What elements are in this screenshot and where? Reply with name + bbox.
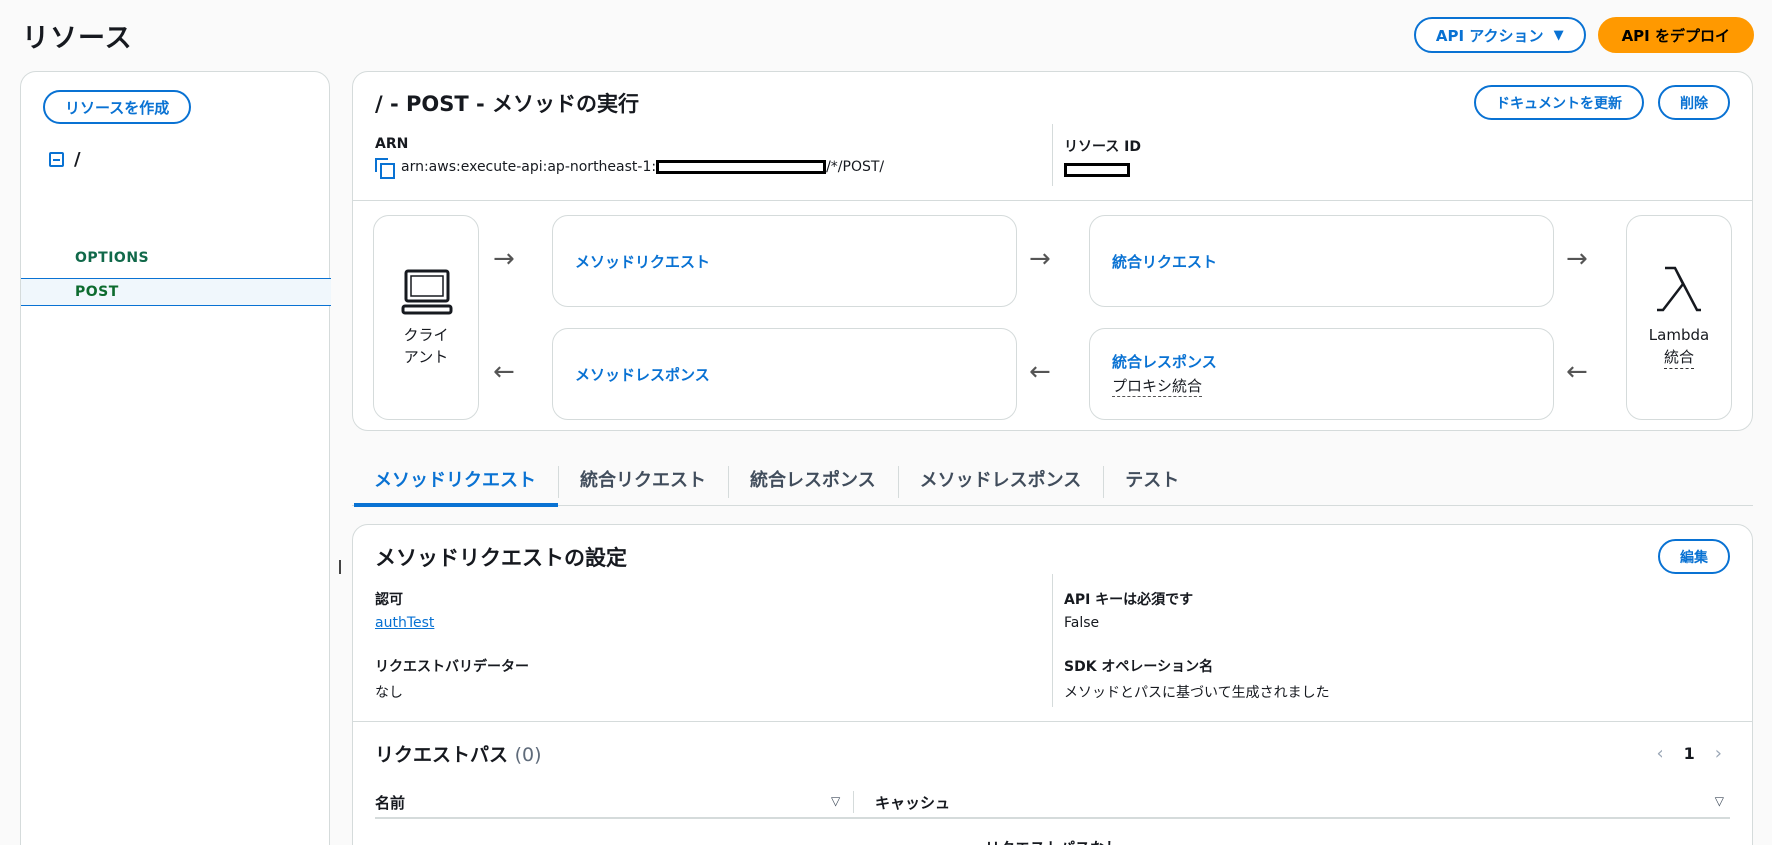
- tab-integration-response[interactable]: 統合レスポンス: [728, 458, 898, 506]
- section-divider: [353, 200, 1752, 201]
- column-divider: [1052, 124, 1053, 186]
- integration-response-box[interactable]: 統合レスポンス プロキシ統合: [1089, 328, 1554, 420]
- request-paths-table-header: 名前 ▽ キャッシュ ▽: [375, 787, 1730, 819]
- resource-id-block: リソース ID: [1064, 136, 1141, 181]
- edit-button[interactable]: 編集: [1658, 539, 1730, 574]
- arrow-right-icon: →: [1029, 244, 1051, 274]
- deploy-api-button[interactable]: API をデプロイ: [1597, 17, 1754, 53]
- method-request-box[interactable]: メソッドリクエスト: [552, 215, 1017, 307]
- validator-field: リクエストバリデーター なし: [375, 656, 529, 702]
- arn-label: ARN: [375, 136, 409, 152]
- arn-prefix: arn:aws:execute-api:ap-northeast-1:: [401, 159, 657, 175]
- arn-block: ARN arn:aws:execute-api:ap-northeast-1: …: [375, 136, 885, 179]
- column-header-cache[interactable]: キャッシュ: [875, 792, 950, 813]
- method-tabs: メソッドリクエスト 統合リクエスト 統合レスポンス メソッドレスポンス テスト: [352, 458, 1753, 507]
- client-label-line2: アント: [403, 348, 449, 366]
- chevron-left-icon[interactable]: ‹: [1656, 743, 1663, 764]
- panel-resize-handle[interactable]: [339, 560, 341, 574]
- integration-response-link[interactable]: 統合レスポンス: [1112, 351, 1553, 372]
- method-response-box[interactable]: メソッドレスポンス: [552, 328, 1017, 420]
- client-box: クライ アント: [373, 215, 479, 420]
- empty-state-text: リクエストパスなし: [353, 837, 1752, 845]
- arn-suffix: /*/POST/: [826, 159, 885, 175]
- proxy-integration-label: プロキシ統合: [1112, 377, 1203, 397]
- tab-method-request[interactable]: メソッドリクエスト: [352, 458, 558, 507]
- request-paths-count: (0): [514, 744, 542, 766]
- sort-icon[interactable]: ▽: [831, 794, 840, 808]
- chevron-right-icon[interactable]: ›: [1715, 743, 1722, 764]
- api-key-field: API キーは必須です False: [1064, 589, 1193, 631]
- method-execution-title: / - POST - メソッドの実行: [375, 92, 640, 116]
- column-divider: [1052, 574, 1053, 707]
- lambda-integration-label: 統合: [1663, 346, 1694, 369]
- tab-test[interactable]: テスト: [1103, 458, 1201, 506]
- delete-button[interactable]: 削除: [1658, 85, 1730, 120]
- update-documentation-button[interactable]: ドキュメントを更新: [1474, 85, 1644, 120]
- settings-title: メソッドリクエストの設定: [375, 546, 627, 570]
- validator-value: なし: [375, 685, 403, 701]
- lambda-name: Lambda: [1648, 326, 1710, 344]
- section-divider: [353, 721, 1752, 722]
- method-execution-panel: / - POST - メソッドの実行 ドキュメントを更新 削除 ARN arn:…: [352, 71, 1753, 431]
- authorization-label: 認可: [375, 592, 403, 608]
- arrow-right-icon: →: [1566, 244, 1588, 274]
- sdk-operation-label: SDK オペレーション名: [1064, 659, 1214, 675]
- redaction-box: [656, 160, 827, 174]
- page-title: リソース: [22, 23, 133, 54]
- authorization-field: 認可 authTest: [375, 589, 434, 631]
- lambda-box: Lambda 統合: [1626, 215, 1732, 420]
- create-resource-button[interactable]: リソースを作成: [43, 90, 192, 124]
- tree-root-path: /: [74, 149, 81, 170]
- arn-value: arn:aws:execute-api:ap-northeast-1: /*/P…: [375, 158, 885, 179]
- api-actions-label: API アクション: [1435, 26, 1544, 45]
- method-request-link[interactable]: メソッドリクエスト: [575, 251, 1016, 272]
- integration-request-box[interactable]: 統合リクエスト: [1089, 215, 1554, 307]
- sort-icon[interactable]: ▽: [1715, 794, 1724, 808]
- sdk-operation-value: メソッドとパスに基づいて生成されました: [1064, 685, 1330, 701]
- redaction-box: [1064, 163, 1130, 177]
- validator-label: リクエストバリデーター: [375, 659, 529, 675]
- resource-id-label: リソース ID: [1064, 139, 1142, 155]
- copy-icon[interactable]: [375, 158, 395, 179]
- page-number[interactable]: 1: [1684, 744, 1695, 763]
- tree-item-options[interactable]: OPTIONS: [21, 244, 331, 272]
- api-key-label: API キーは必須です: [1064, 592, 1194, 608]
- api-actions-dropdown[interactable]: API アクション ▼: [1413, 17, 1586, 53]
- method-response-link[interactable]: メソッドレスポンス: [575, 364, 1016, 385]
- tree-root-node[interactable]: /: [49, 149, 81, 170]
- execution-actions: ドキュメントを更新 削除: [1474, 85, 1730, 120]
- arrow-left-icon: ←: [493, 357, 515, 387]
- resource-tree-panel: リソースを作成 / OPTIONS POST: [20, 71, 341, 845]
- tab-integration-request[interactable]: 統合リクエスト: [558, 458, 728, 506]
- lambda-icon: [1657, 266, 1701, 312]
- laptop-icon: [401, 269, 453, 315]
- api-key-value: False: [1064, 615, 1100, 631]
- client-label: クライ アント: [374, 324, 478, 368]
- request-paths-heading: リクエストパス: [375, 744, 509, 766]
- tree-item-post[interactable]: POST: [21, 278, 331, 306]
- integration-request-link[interactable]: 統合リクエスト: [1112, 251, 1553, 272]
- arrow-left-icon: ←: [1566, 357, 1588, 387]
- method-request-settings-panel: メソッドリクエストの設定 編集 認可 authTest リクエストバリデーター …: [352, 524, 1753, 845]
- lambda-label: Lambda 統合: [1627, 324, 1731, 369]
- collapse-icon[interactable]: [49, 152, 64, 167]
- column-divider: [853, 791, 854, 813]
- column-header-name[interactable]: 名前: [375, 792, 405, 813]
- client-label-line1: クライ: [403, 326, 449, 344]
- sdk-operation-field: SDK オペレーション名 メソッドとパスに基づいて生成されました: [1064, 656, 1330, 702]
- authorization-link[interactable]: authTest: [375, 615, 434, 631]
- caret-down-icon: ▼: [1553, 27, 1564, 43]
- arrow-right-icon: →: [493, 244, 515, 274]
- top-actions: API アクション ▼ API をデプロイ: [1413, 17, 1754, 53]
- tab-method-response[interactable]: メソッドレスポンス: [897, 458, 1104, 506]
- request-paths-title: リクエストパス (0): [375, 740, 542, 767]
- arrow-left-icon: ←: [1029, 357, 1051, 387]
- pagination: ‹ 1 ›: [1656, 743, 1722, 764]
